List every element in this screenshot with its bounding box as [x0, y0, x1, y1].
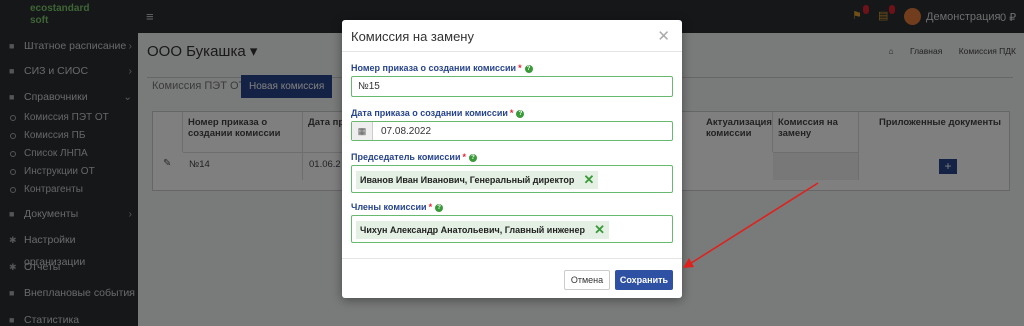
chairman-label-text: Председатель комиссии [351, 152, 461, 162]
modal-footer-divider [342, 258, 682, 259]
chairman-tag: Иванов Иван Иванович, Генеральный директ… [356, 171, 599, 189]
help-icon[interactable]: ? [516, 110, 525, 118]
close-icon[interactable]: ✕ [657, 27, 670, 45]
required-mark: * [428, 202, 433, 212]
remove-icon[interactable]: ✕ [583, 171, 594, 189]
order-number-label: Номер приказа о создании комиссии *? [351, 63, 533, 73]
members-select[interactable]: Чихун Александр Анатольевич, Главный инж… [351, 215, 673, 243]
required-mark: * [518, 63, 522, 73]
help-icon[interactable]: ? [469, 154, 478, 162]
modal-title: Комиссия на замену [351, 29, 474, 44]
order-date-field[interactable]: ▦ 07.08.2022 [351, 121, 673, 141]
member-tag: Чихун Александр Анатольевич, Главный инж… [356, 221, 609, 239]
remove-icon[interactable]: ✕ [594, 221, 605, 239]
chairman-label: Председатель комиссии *? [351, 152, 478, 162]
chairman-tag-label: Иванов Иван Иванович, Генеральный директ… [360, 175, 575, 185]
order-number-label-text: Номер приказа о создании комиссии [351, 63, 517, 73]
save-button[interactable]: Сохранить [615, 270, 673, 290]
members-label-text: Члены комиссии [351, 202, 427, 212]
order-date-value: 07.08.2022 [381, 126, 432, 137]
order-date-label: Дата приказа о создании комиссии *? [351, 108, 525, 118]
required-mark: * [462, 152, 467, 162]
help-icon[interactable]: ? [524, 65, 533, 73]
replacement-commission-modal: Комиссия на замену ✕ Номер приказа о соз… [342, 20, 682, 298]
order-date-label-text: Дата приказа о создании комиссии [351, 108, 508, 118]
chairman-select[interactable]: Иванов Иван Иванович, Генеральный директ… [351, 165, 673, 193]
calendar-icon[interactable]: ▦ [352, 122, 373, 140]
modal-header: Комиссия на замену ✕ [342, 20, 682, 52]
required-mark: * [509, 108, 514, 118]
help-icon[interactable]: ? [435, 204, 444, 212]
order-number-field[interactable]: №15 [351, 76, 673, 97]
cancel-button[interactable]: Отмена [564, 270, 610, 290]
members-label: Члены комиссии *? [351, 202, 444, 212]
member-tag-label: Чихун Александр Анатольевич, Главный инж… [360, 225, 585, 235]
